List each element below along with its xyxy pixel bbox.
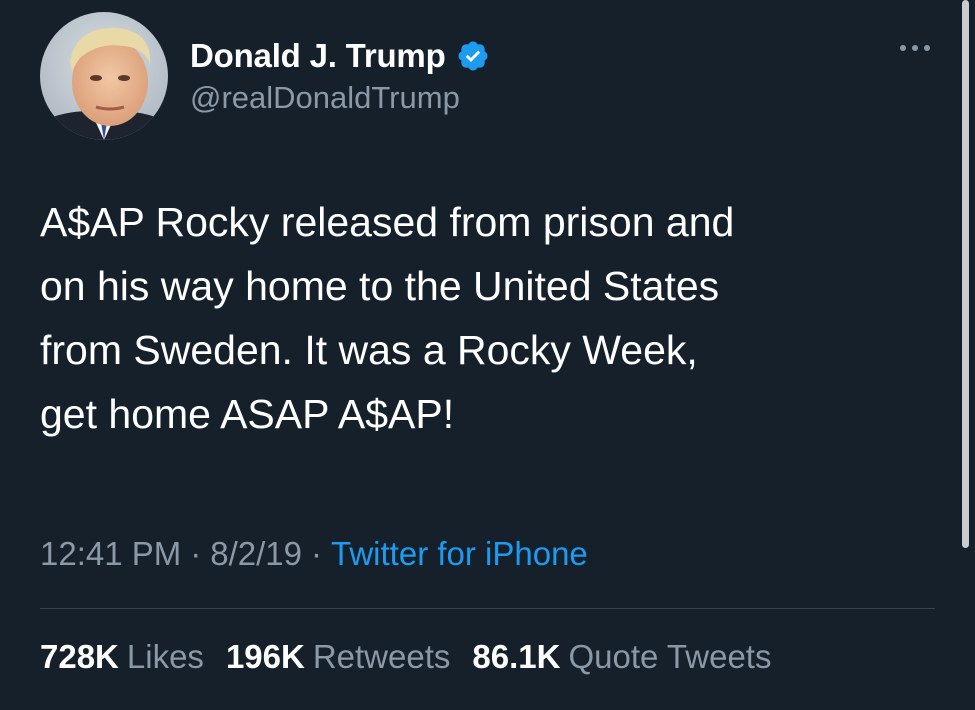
likes-count: 728K [40, 638, 119, 675]
tweet-header: Donald J. Trump @realDonaldTrump [40, 12, 935, 142]
tweet-metadata: 12:41 PM · 8/2/19 · Twitter for iPhone [40, 535, 588, 573]
user-names: Donald J. Trump @realDonaldTrump [190, 34, 490, 116]
tweet-detail: Donald J. Trump @realDonaldTrump A$AP Ro… [0, 0, 975, 710]
likes-label: Likes [126, 638, 204, 675]
quote-tweets-count: 86.1K [472, 638, 561, 675]
divider [40, 608, 935, 609]
tweet-stats: 728K Likes 196K Retweets 86.1K Quote Tweets [40, 638, 771, 676]
tweet-source-link[interactable]: Twitter for iPhone [331, 535, 588, 572]
scrollbar[interactable] [962, 0, 969, 548]
avatar[interactable] [40, 12, 168, 140]
quote-tweets-stat[interactable]: 86.1K Quote Tweets [472, 638, 771, 676]
more-horizontal-icon[interactable] [895, 38, 935, 58]
retweets-count: 196K [225, 638, 305, 675]
retweets-label: Retweets [312, 638, 451, 675]
tweet-date[interactable]: 8/2/19 [210, 535, 302, 572]
likes-stat[interactable]: 728K Likes [40, 638, 204, 676]
meta-separator: · [190, 535, 202, 572]
avatar-photo [40, 12, 168, 140]
quote-tweets-label: Quote Tweets [568, 638, 772, 675]
display-name[interactable]: Donald J. Trump [190, 37, 446, 75]
tweet-text: A$AP Rocky released from prison and on h… [40, 199, 735, 437]
meta-separator: · [311, 535, 322, 572]
retweets-stat[interactable]: 196K Retweets [226, 638, 450, 676]
display-name-row: Donald J. Trump [190, 34, 490, 78]
tweet-time[interactable]: 12:41 PM [40, 535, 181, 572]
user-handle[interactable]: @realDonaldTrump [190, 80, 490, 116]
verified-badge-icon [458, 41, 488, 71]
